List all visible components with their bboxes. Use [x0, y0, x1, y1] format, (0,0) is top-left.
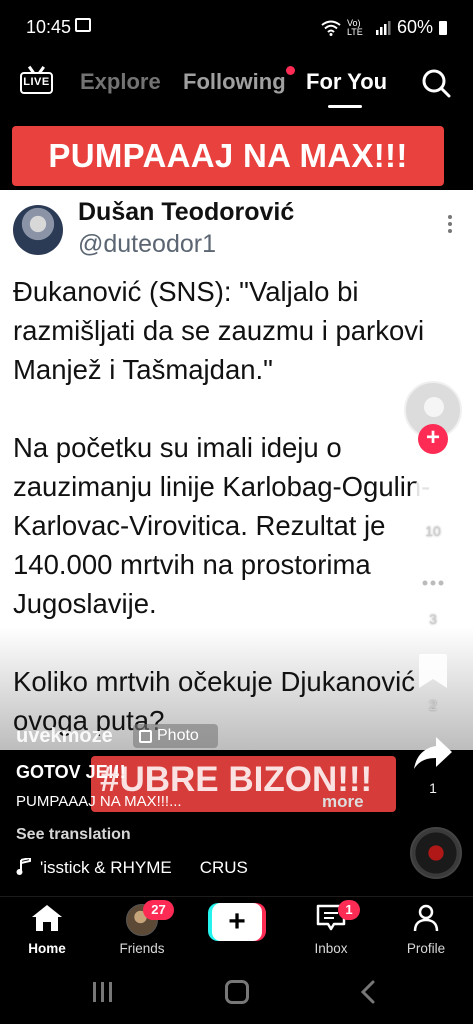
profile-icon — [413, 904, 439, 932]
status-right: Vo) LTE 60% — [321, 17, 447, 38]
nav-profile[interactable]: Profile — [386, 904, 466, 956]
caption-text: PUMPAAAJ NA MAX!!!... — [16, 793, 182, 810]
tweet-author-handle: @duteodor1 — [78, 230, 216, 258]
comment-button[interactable]: 3 — [410, 566, 456, 627]
recent-apps-icon[interactable] — [93, 982, 115, 1002]
network-label: Vo) LTE — [346, 17, 363, 37]
nav-home[interactable]: Home — [7, 904, 87, 956]
system-nav-bar — [0, 962, 473, 1024]
tweet-screenshot[interactable]: Dušan Teodorović @duteodor1 Đukanović (S… — [0, 190, 473, 750]
plus-icon: + — [212, 903, 262, 941]
music-disc-icon[interactable] — [410, 827, 462, 879]
nav-inbox-label: Inbox — [314, 941, 348, 956]
notification-icon — [75, 18, 91, 32]
tweet-author-name: Dušan Teodorović — [78, 198, 295, 226]
active-tab-indicator — [328, 105, 362, 108]
photo-label: Photo — [157, 727, 199, 744]
nav-profile-label: Profile — [406, 941, 446, 956]
battery-icon — [439, 20, 447, 35]
see-translation-link[interactable]: See translation — [16, 826, 131, 844]
heart-icon — [414, 479, 452, 514]
caption-username[interactable]: GOTOV JE!!! — [16, 762, 126, 783]
banner-text: PUMPAAAJ NA MAX!!! — [48, 137, 408, 174]
nav-friends-label: Friends — [119, 941, 165, 956]
home-system-icon[interactable] — [225, 980, 249, 1004]
default-avatar-icon — [424, 397, 444, 417]
live-label: LIVE — [20, 72, 53, 94]
video-banner: PUMPAAAJ NA MAX!!! — [12, 126, 444, 186]
watermark-text: uvekmoze — [16, 725, 113, 747]
notification-icons — [75, 18, 91, 32]
share-button[interactable]: 1 — [410, 735, 456, 796]
follow-plus-button[interactable]: + — [418, 424, 448, 454]
more-options-icon — [448, 215, 452, 233]
create-button[interactable]: + — [208, 903, 266, 941]
inbox-badge: 1 — [338, 900, 360, 920]
save-button[interactable]: 2 — [410, 652, 456, 713]
music-info[interactable]: 'isstick & RHYME CRUS — [16, 858, 248, 878]
bookmark-icon — [419, 654, 447, 688]
music-artist: CRUS — [199, 858, 248, 877]
like-button[interactable]: 10 — [410, 478, 456, 539]
nav-home-label: Home — [28, 941, 66, 956]
photo-badge: Photo — [133, 724, 218, 748]
home-icon — [32, 905, 62, 931]
wifi-icon — [321, 20, 341, 36]
music-title: 'isstick & RHYME — [40, 858, 172, 877]
search-icon[interactable] — [421, 68, 451, 98]
music-note-icon — [16, 858, 31, 875]
caption-more-link[interactable]: more — [322, 792, 364, 812]
tab-following[interactable]: Following — [183, 69, 286, 95]
back-icon[interactable] — [360, 980, 376, 1004]
following-notification-dot — [286, 66, 295, 75]
comment-icon — [414, 568, 452, 602]
tab-for-you[interactable]: For You — [306, 69, 387, 95]
tab-explore[interactable]: Explore — [80, 69, 161, 95]
battery-percent: 60% — [396, 17, 433, 37]
share-count: 1 — [429, 780, 437, 796]
status-bar: 10:45 Vo) LTE 60% — [0, 0, 473, 54]
like-count: 10 — [425, 523, 441, 539]
photo-icon — [139, 729, 152, 743]
friends-badge: 27 — [143, 900, 174, 920]
save-count: 2 — [429, 697, 437, 713]
share-arrow-icon — [414, 737, 452, 769]
signal-icon — [375, 20, 391, 35]
tweet-author-avatar — [13, 205, 63, 255]
tweet-body: Đukanović (SNS): "Valjalo bi razmišljati… — [13, 276, 431, 736]
comment-count: 3 — [429, 611, 437, 627]
live-icon[interactable]: LIVE — [20, 66, 53, 96]
status-time: 10:45 — [26, 17, 72, 37]
top-nav: LIVE Explore Following For You — [0, 56, 473, 110]
